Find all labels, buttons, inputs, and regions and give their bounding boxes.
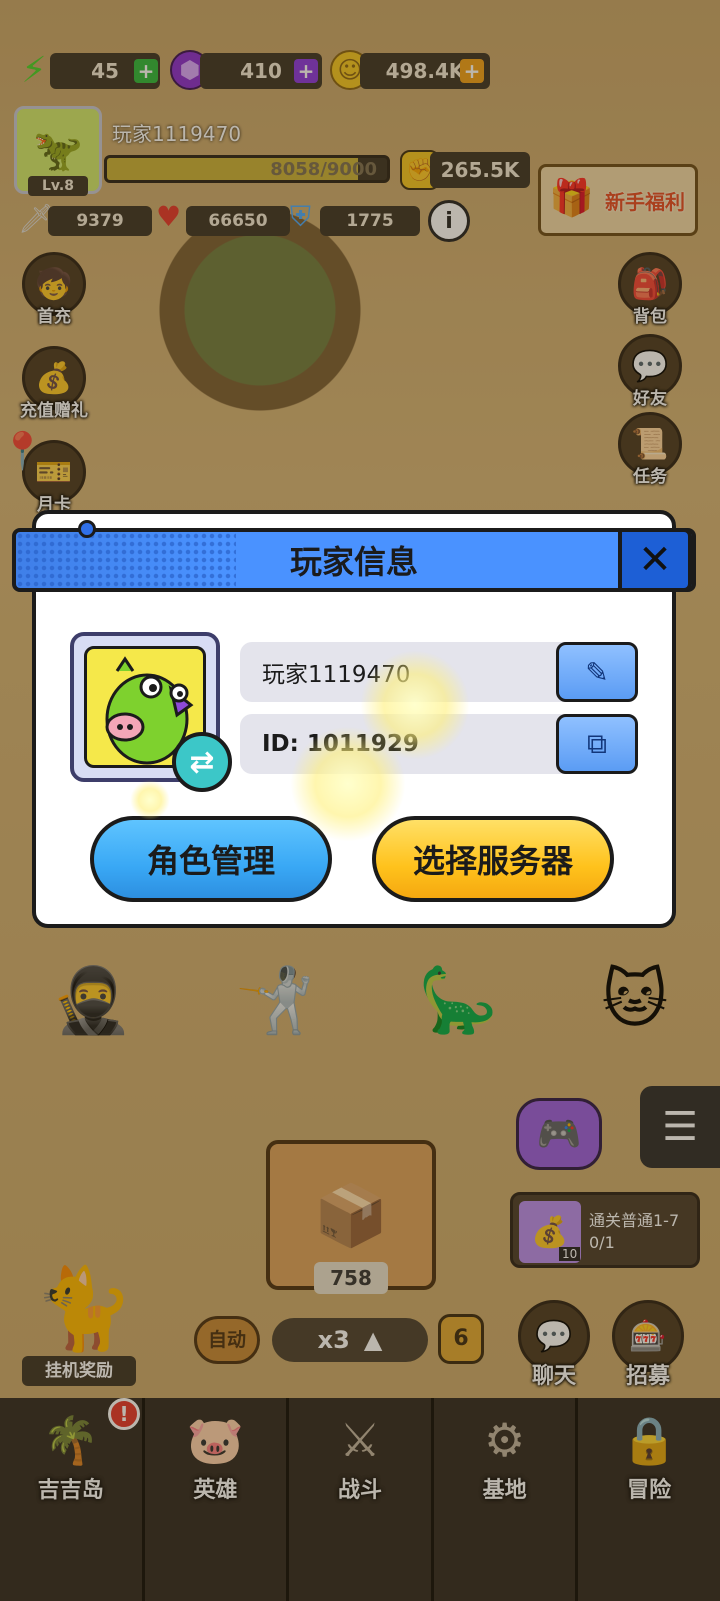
- role-manage-label: 角色管理: [146, 842, 275, 880]
- select-server-button[interactable]: 选择服务器: [372, 816, 614, 902]
- edit-name-button[interactable]: ✎: [556, 642, 638, 702]
- dialog-header: 玩家信息 ✕: [12, 528, 696, 592]
- sparkle-effect: [290, 726, 406, 842]
- select-server-label: 选择服务器: [412, 842, 573, 880]
- header-dot-pattern: [16, 532, 236, 588]
- copy-id-button[interactable]: ⧉: [556, 714, 638, 774]
- header-dot-ornament: [78, 520, 96, 538]
- role-manage-button[interactable]: 角色管理: [90, 816, 332, 902]
- swap-avatar-button[interactable]: ⇄: [172, 732, 232, 792]
- copy-icon: ⧉: [587, 727, 607, 760]
- sparkle-effect: [130, 780, 170, 820]
- dialog-title: 玩家信息: [289, 543, 418, 581]
- close-icon: ✕: [638, 537, 672, 583]
- edit-pencil-icon: ✎: [585, 655, 609, 689]
- swap-arrows-icon: ⇄: [189, 744, 215, 780]
- close-button[interactable]: ✕: [618, 528, 692, 592]
